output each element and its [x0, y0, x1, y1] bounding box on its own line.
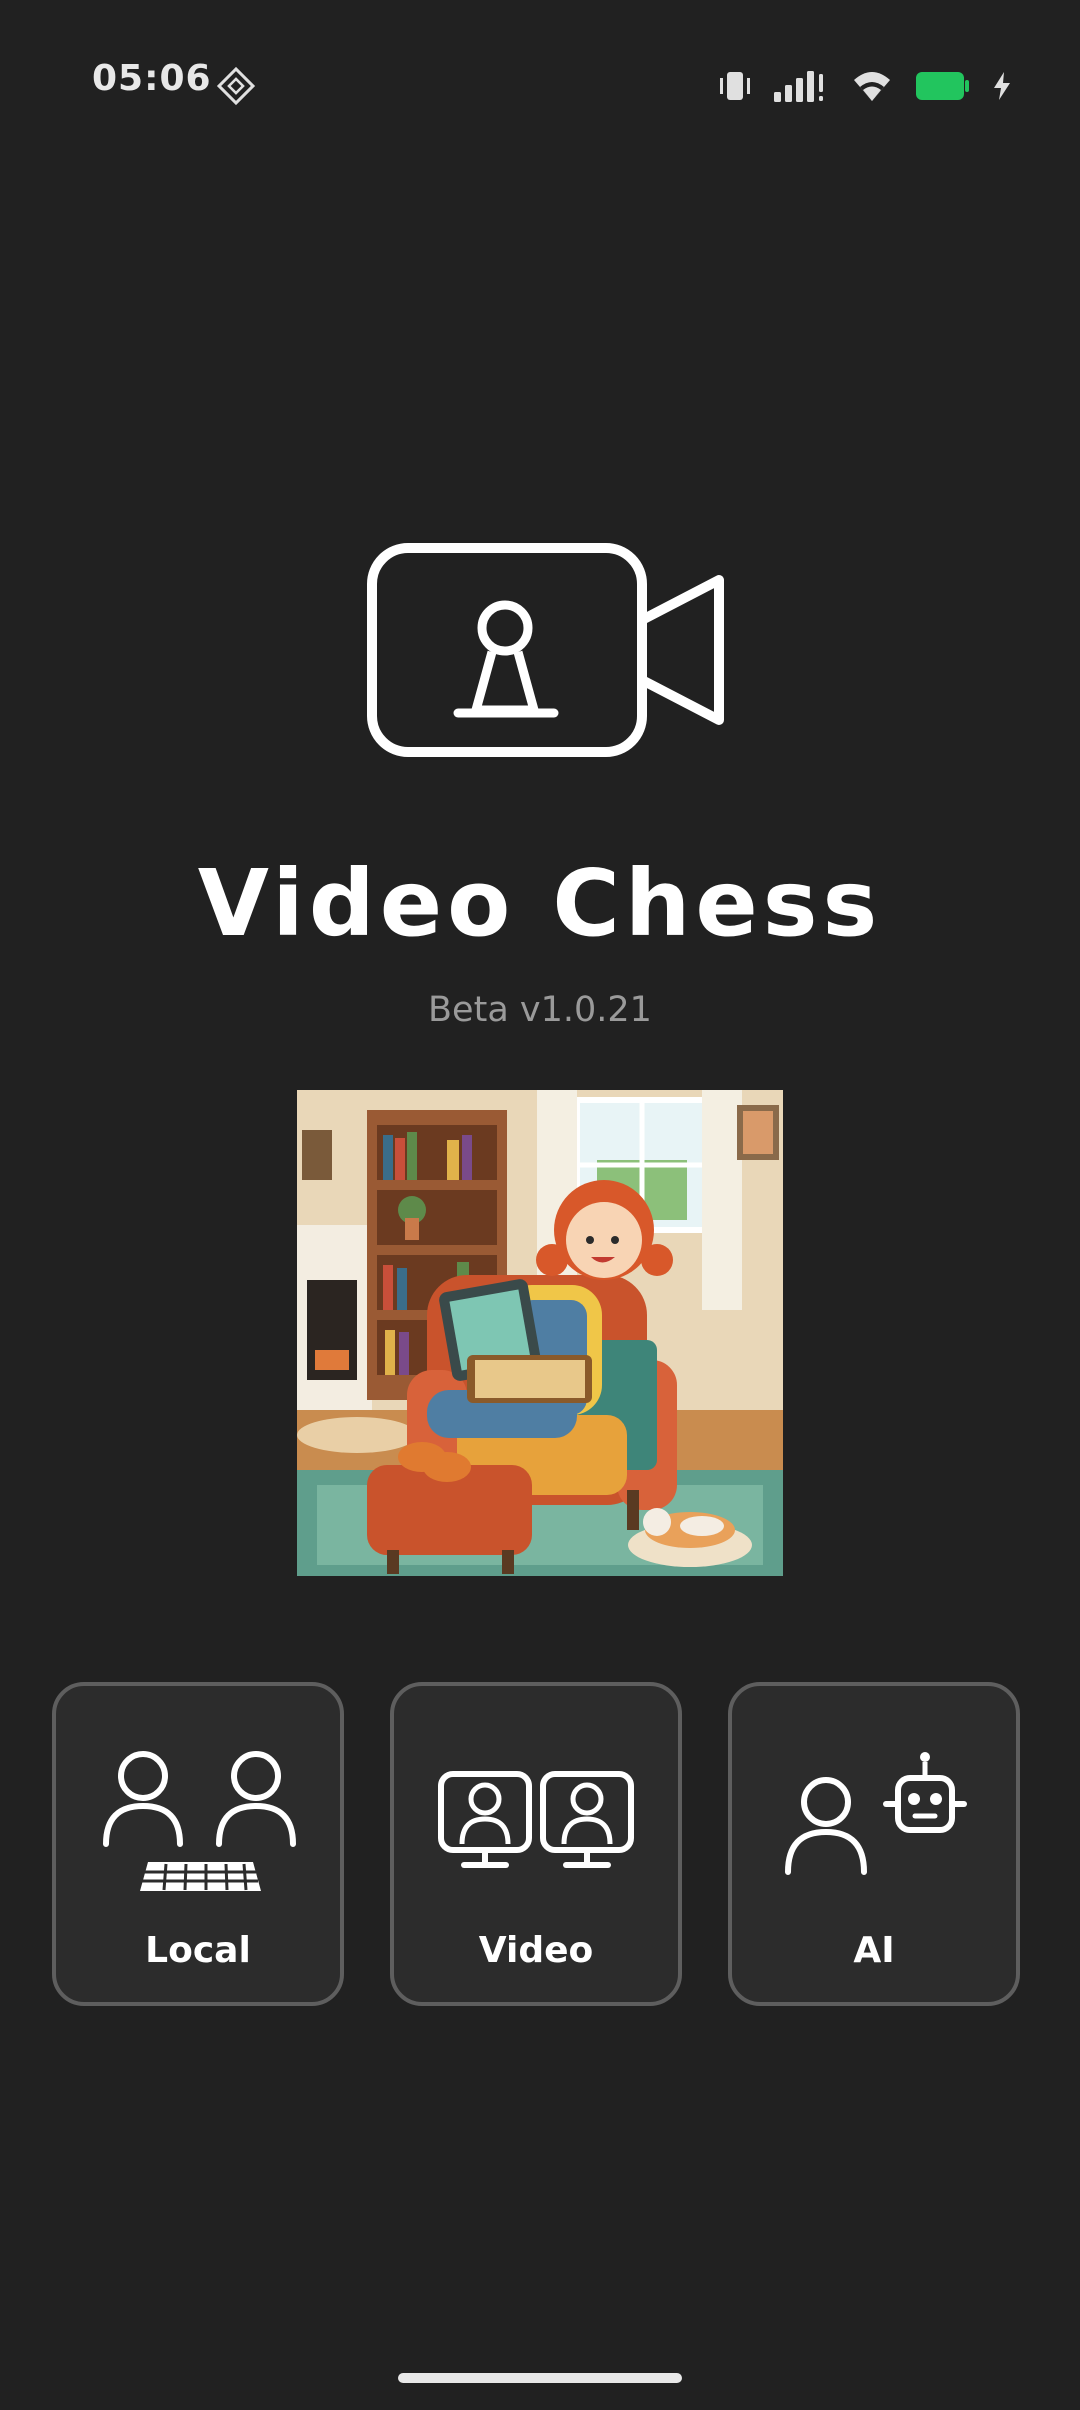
- status-bar: 05:06: [0, 56, 1080, 116]
- location-diamond-icon: [216, 66, 256, 106]
- charging-bolt-icon: [990, 68, 1014, 104]
- local-mode-label: Local: [145, 1930, 251, 1971]
- video-mode-label: Video: [478, 1930, 594, 1971]
- home-screen: 05:06 Video Chess Beta v1.0.21 Local Vid…: [0, 0, 1080, 2410]
- two-players-keyboard-icon: [98, 1744, 298, 1894]
- local-mode-button[interactable]: Local: [52, 1682, 344, 2006]
- video-mode-button[interactable]: Video: [390, 1682, 682, 2006]
- video-camera-pawn-icon: [364, 540, 724, 760]
- mode-cards: Local Video AI: [52, 1682, 1028, 2012]
- two-monitors-players-icon: [436, 1744, 636, 1894]
- signal-icon: [772, 68, 830, 104]
- vibrate-icon: [718, 68, 752, 104]
- home-indicator[interactable]: [398, 2373, 682, 2383]
- ai-mode-button[interactable]: AI: [728, 1682, 1020, 2006]
- ai-mode-label: AI: [853, 1930, 895, 1971]
- app-title: Video Chess: [197, 850, 883, 957]
- player-vs-robot-icon: [774, 1744, 974, 1894]
- battery-icon: [914, 68, 970, 104]
- status-icons: [718, 64, 1014, 108]
- status-time: 05:06: [92, 58, 212, 99]
- girl-playing-chess-illustration: [297, 1090, 783, 1576]
- wifi-icon: [850, 68, 894, 104]
- app-version: Beta v1.0.21: [428, 990, 652, 1030]
